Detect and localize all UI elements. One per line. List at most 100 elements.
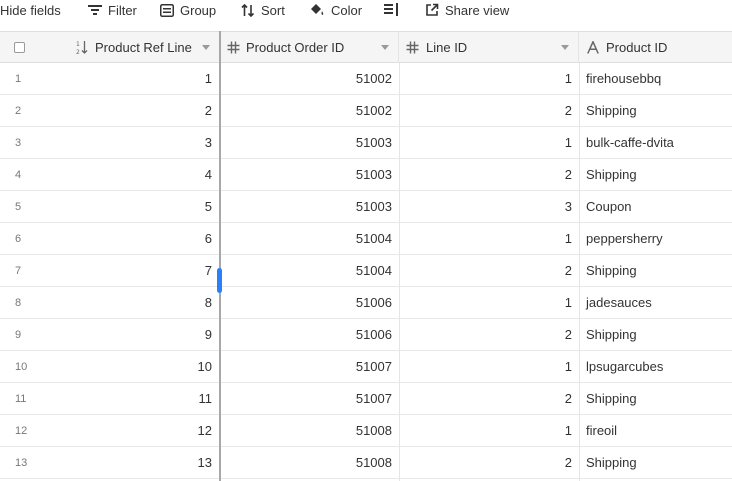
cell-product-order-id[interactable]: 51008 — [221, 415, 399, 446]
row-height-icon — [384, 3, 398, 16]
table-row[interactable]: 5 5 51003 3 Coupon — [0, 191, 732, 223]
cell-product-order-id[interactable]: 51006 — [221, 287, 399, 318]
select-all-cell — [0, 32, 66, 63]
cell-product-id[interactable]: bulk-caffe-dvita — [579, 127, 732, 158]
cell-line-id[interactable]: 1 — [399, 63, 579, 94]
cell-product-id[interactable]: Coupon — [579, 191, 732, 222]
row-number: 3 — [15, 136, 22, 149]
sort-button[interactable]: Sort — [241, 0, 285, 20]
cell-product-id[interactable]: peppersherry — [579, 223, 732, 254]
paint-bucket-icon — [311, 4, 324, 15]
cell-product-ref-line[interactable]: 13 — [66, 447, 219, 478]
cell-line-id[interactable]: 2 — [399, 447, 579, 478]
cell-line-id[interactable]: 1 — [399, 287, 579, 318]
cell-product-ref-line[interactable]: 12 — [66, 415, 219, 446]
frozen-column-divider[interactable] — [219, 31, 221, 481]
view-toolbar: Hide fields Filter Group Sort Color Shar… — [0, 0, 732, 30]
cell-product-id[interactable]: jadesauces — [579, 287, 732, 318]
cell-product-id[interactable]: Shipping — [579, 319, 732, 350]
table-row[interactable]: 9 9 51006 2 Shipping — [0, 319, 732, 351]
table-row[interactable]: 8 8 51006 1 jadesauces — [0, 287, 732, 319]
cell-line-id[interactable]: 1 — [399, 415, 579, 446]
cell-product-order-id[interactable]: 51008 — [221, 447, 399, 478]
column-header-product-ref-line[interactable]: 1 2 Product Ref Line — [66, 32, 219, 63]
cell-line-id[interactable]: 3 — [399, 191, 579, 222]
cell-product-id[interactable]: lpsugarcubes — [579, 351, 732, 382]
cell-product-order-id[interactable]: 51007 — [221, 351, 399, 382]
cell-product-order-id[interactable]: 51004 — [221, 223, 399, 254]
group-label: Group — [180, 2, 217, 18]
cell-product-order-id[interactable]: 51003 — [221, 159, 399, 190]
column-header-product-id[interactable]: Product ID — [579, 32, 732, 63]
svg-text:1: 1 — [76, 41, 80, 48]
share-view-button[interactable]: Share view — [425, 0, 509, 20]
chevron-down-icon[interactable] — [202, 45, 210, 50]
cell-product-order-id[interactable]: 51002 — [221, 63, 399, 94]
row-number: 10 — [15, 360, 28, 373]
cell-product-id[interactable]: fireoil — [579, 415, 732, 446]
cell-line-id[interactable]: 2 — [399, 255, 579, 286]
cell-product-id[interactable]: Shipping — [579, 383, 732, 414]
cell-line-id[interactable]: 1 — [399, 223, 579, 254]
cell-product-order-id[interactable]: 51002 — [221, 95, 399, 126]
cell-product-order-id[interactable]: 51003 — [221, 127, 399, 158]
cell-product-order-id[interactable]: 51003 — [221, 191, 399, 222]
table-row[interactable]: 2 2 51002 2 Shipping — [0, 95, 732, 127]
column-label: Line ID — [426, 40, 468, 55]
cell-product-ref-line[interactable]: 3 — [66, 127, 219, 158]
table-row[interactable]: 10 10 51007 1 lpsugarcubes — [0, 351, 732, 383]
table-row[interactable]: 3 3 51003 1 bulk-caffe-dvita — [0, 127, 732, 159]
column-label: Product ID — [606, 40, 668, 55]
cell-product-order-id[interactable]: 51006 — [221, 319, 399, 350]
row-number: 6 — [15, 232, 22, 245]
text-icon — [587, 41, 599, 54]
cell-product-ref-line[interactable]: 7 — [66, 255, 219, 286]
filter-button[interactable]: Filter — [88, 0, 137, 20]
cell-product-id[interactable]: Shipping — [579, 159, 732, 190]
table-row[interactable]: 6 6 51004 1 peppersherry — [0, 223, 732, 255]
color-button[interactable]: Color — [309, 0, 362, 20]
table-row[interactable]: 7 7 51004 2 Shipping — [0, 255, 732, 287]
row-height-button[interactable] — [384, 0, 400, 20]
cell-product-order-id[interactable]: 51007 — [221, 383, 399, 414]
svg-text:2: 2 — [76, 49, 80, 55]
table-row[interactable]: 1 1 51002 1 firehousebbq — [0, 63, 732, 95]
table-row[interactable]: 11 11 51007 2 Shipping — [0, 383, 732, 415]
cell-line-id[interactable]: 2 — [399, 159, 579, 190]
cell-product-order-id[interactable]: 51004 — [221, 255, 399, 286]
column-header-product-order-id[interactable]: Product Order ID — [221, 32, 399, 63]
cell-line-id[interactable]: 2 — [399, 319, 579, 350]
cell-product-ref-line[interactable]: 6 — [66, 223, 219, 254]
cell-product-ref-line[interactable]: 9 — [66, 319, 219, 350]
column-header-line-id[interactable]: Line ID — [399, 32, 579, 63]
select-all-checkbox[interactable] — [14, 42, 25, 53]
row-number: 11 — [15, 392, 27, 405]
chevron-down-icon[interactable] — [561, 45, 569, 50]
cell-line-id[interactable]: 1 — [399, 127, 579, 158]
cell-product-id[interactable]: firehousebbq — [579, 63, 732, 94]
cell-product-id[interactable]: Shipping — [579, 447, 732, 478]
cell-product-id[interactable]: Shipping — [579, 255, 732, 286]
cell-product-ref-line[interactable]: 1 — [66, 63, 219, 94]
cell-product-ref-line[interactable]: 11 — [66, 383, 219, 414]
table-row[interactable]: 4 4 51003 2 Shipping — [0, 159, 732, 191]
cell-product-ref-line[interactable]: 4 — [66, 159, 219, 190]
cell-line-id[interactable]: 2 — [399, 95, 579, 126]
cell-product-ref-line[interactable]: 5 — [66, 191, 219, 222]
autonumber-icon: 1 2 — [76, 41, 88, 55]
column-resize-handle[interactable] — [217, 268, 222, 293]
cell-line-id[interactable]: 1 — [399, 351, 579, 382]
cell-product-ref-line[interactable]: 8 — [66, 287, 219, 318]
sort-label: Sort — [261, 2, 285, 18]
cell-product-id[interactable]: Shipping — [579, 95, 732, 126]
group-button[interactable]: Group — [160, 0, 216, 20]
table-row[interactable]: 13 13 51008 2 Shipping — [0, 447, 732, 479]
row-number: 1 — [15, 72, 22, 85]
row-number: 13 — [15, 456, 28, 469]
cell-line-id[interactable]: 2 — [399, 383, 579, 414]
table-row[interactable]: 12 12 51008 1 fireoil — [0, 415, 732, 447]
cell-product-ref-line[interactable]: 2 — [66, 95, 219, 126]
cell-product-ref-line[interactable]: 10 — [66, 351, 219, 382]
hide-fields-button[interactable]: Hide fields — [0, 0, 61, 20]
chevron-down-icon[interactable] — [381, 45, 389, 50]
